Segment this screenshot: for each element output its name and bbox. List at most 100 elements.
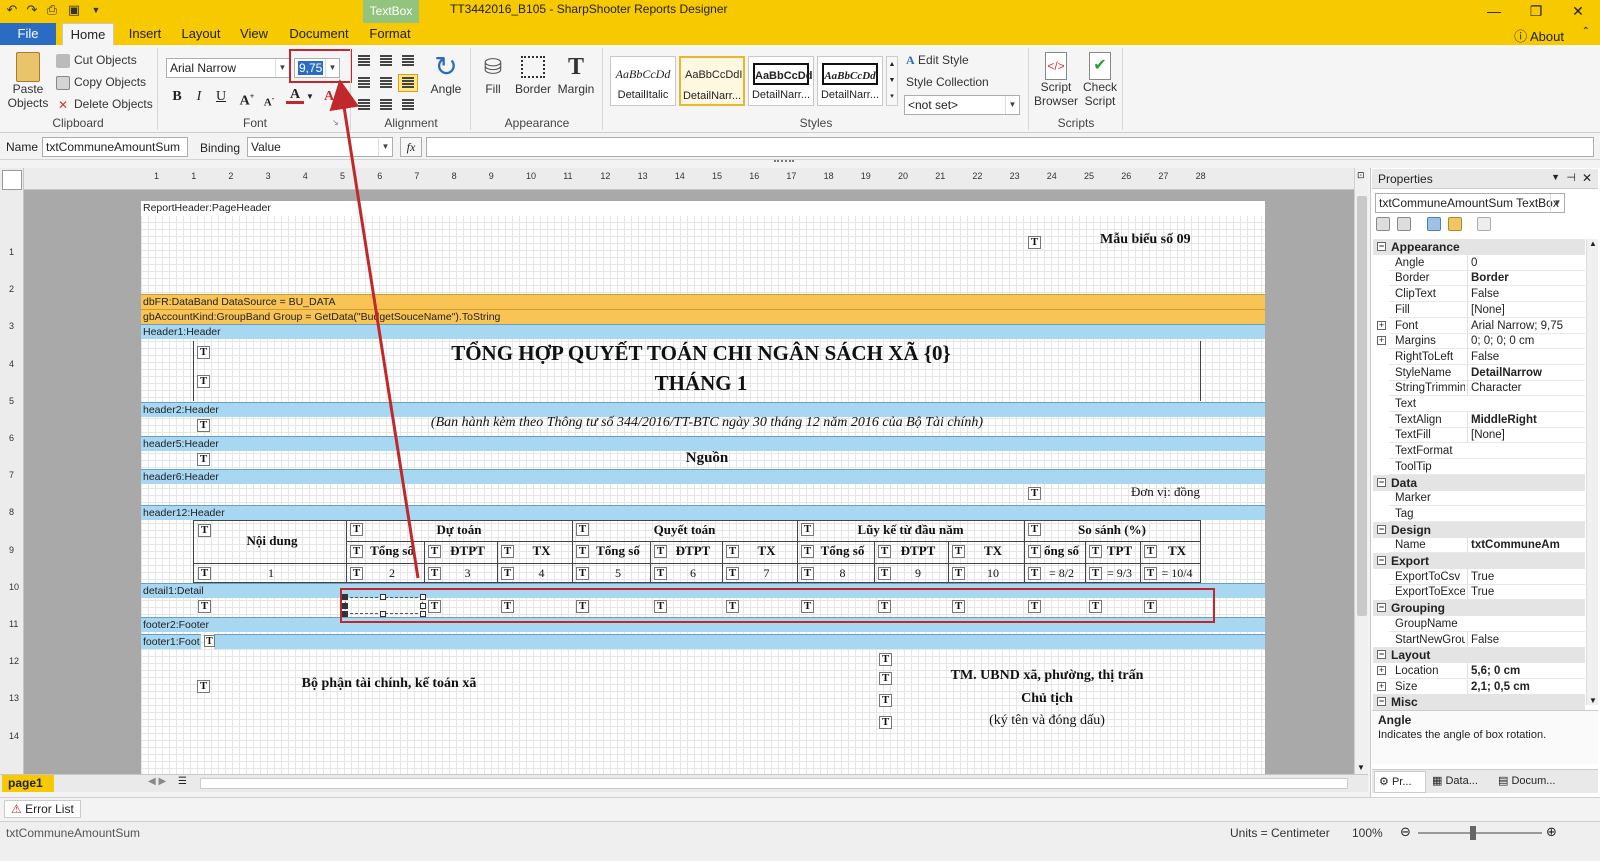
- alphabetical-icon[interactable]: [1397, 216, 1412, 231]
- property-value[interactable]: 0: [1467, 254, 1585, 271]
- collapse-icon[interactable]: −: [1377, 603, 1386, 613]
- collapse-icon[interactable]: −: [1377, 650, 1386, 660]
- pin-icon[interactable]: ⊣: [1566, 171, 1576, 184]
- band-data[interactable]: dbFR:DataBand DataSource = BU_DATA: [141, 294, 1265, 309]
- property-row[interactable]: Fill [None]: [1389, 301, 1585, 318]
- underline-button[interactable]: U: [212, 88, 230, 106]
- property-row[interactable]: ExportToCsv True: [1389, 568, 1585, 585]
- expand-icon[interactable]: +: [1377, 336, 1386, 346]
- categorized-icon[interactable]: [1376, 216, 1390, 231]
- property-row[interactable]: ClipText False: [1389, 286, 1585, 303]
- sub-header[interactable]: TX: [513, 543, 570, 559]
- sub-header[interactable]: TX: [738, 543, 795, 559]
- close-icon[interactable]: ✕: [1558, 0, 1598, 23]
- maximize-icon[interactable]: ❐: [1516, 0, 1556, 23]
- textbox-marker[interactable]: T: [198, 567, 211, 580]
- finance-dept-label[interactable]: Bộ phận tài chính, kế toán xã: [210, 676, 568, 692]
- textbox-marker[interactable]: T: [197, 419, 210, 432]
- property-row[interactable]: ToolTip: [1389, 459, 1585, 475]
- align-bottom-center-icon[interactable]: [376, 96, 396, 114]
- binding-select[interactable]: Value ▼: [247, 137, 393, 157]
- property-value[interactable]: True: [1467, 568, 1585, 585]
- angle-button[interactable]: ↻ Angle: [426, 52, 466, 97]
- property-category[interactable]: − Appearance: [1373, 239, 1585, 255]
- vertical-scrollbar[interactable]: ⊡ ▼: [1354, 168, 1368, 774]
- tab-layout[interactable]: Layout: [176, 23, 226, 45]
- style-collection-button[interactable]: Style Collection: [906, 75, 989, 89]
- splitter-grip[interactable]: [774, 160, 794, 164]
- zoom-slider-thumb[interactable]: [1470, 826, 1476, 840]
- band-footer1[interactable]: footer1:Foot: [141, 634, 201, 649]
- property-pages-icon[interactable]: [1477, 216, 1492, 231]
- minimize-icon[interactable]: —: [1474, 0, 1514, 23]
- property-grid-scrollbar[interactable]: ▲ ▼: [1586, 239, 1598, 705]
- status-units[interactable]: Units = Centimeter: [1230, 826, 1330, 840]
- textbox-marker[interactable]: T: [879, 653, 892, 666]
- property-row[interactable]: Font Arial Narrow; 9,75: [1389, 317, 1585, 334]
- property-value[interactable]: txtCommuneAm: [1467, 537, 1585, 554]
- redo-icon[interactable]: ↷: [24, 2, 40, 18]
- expand-icon[interactable]: +: [1377, 665, 1386, 675]
- zoom-out-icon[interactable]: ⊖: [1400, 824, 1411, 840]
- error-list-tab[interactable]: ⚠ Error List: [4, 800, 81, 818]
- band-header6[interactable]: header6:Header: [141, 469, 1265, 484]
- style-name-select[interactable]: <not set> ▼: [904, 95, 1020, 115]
- bold-button[interactable]: B: [168, 88, 186, 106]
- page-menu-icon[interactable]: ☰: [178, 776, 187, 787]
- textbox-marker[interactable]: T: [1028, 236, 1041, 249]
- property-row[interactable]: Margins 0; 0; 0; 0 cm: [1389, 333, 1585, 350]
- property-row[interactable]: ExportToExcel True: [1389, 584, 1585, 601]
- textbox-marker[interactable]: T: [197, 680, 210, 693]
- scroll-up-icon[interactable]: ▲: [1589, 239, 1597, 248]
- sub-header[interactable]: ổng số: [1040, 543, 1083, 559]
- column-number[interactable]: = 10/4: [1156, 566, 1198, 581]
- delete-objects-button[interactable]: ✕ Delete Objects: [56, 97, 153, 112]
- column-number[interactable]: 5: [588, 566, 648, 581]
- scroll-top-icon[interactable]: ⊡: [1357, 170, 1367, 184]
- textbox-marker[interactable]: T: [879, 672, 892, 685]
- chairman-label[interactable]: Chủ tịch: [892, 691, 1202, 707]
- textbox-marker[interactable]: T: [879, 694, 892, 707]
- name-field[interactable]: txtCommuneAmountSum: [42, 137, 188, 157]
- align-top-right-icon[interactable]: [398, 52, 418, 70]
- tab-view[interactable]: View: [234, 23, 274, 45]
- sub-header[interactable]: TX: [1156, 543, 1198, 559]
- italic-button[interactable]: I: [190, 88, 208, 106]
- property-row[interactable]: Location 5,6; 0 cm: [1389, 662, 1585, 679]
- object-selector[interactable]: txtCommuneAmountSum TextBox ▼: [1375, 193, 1565, 213]
- tab-document-outline[interactable]: ▤ Docum...: [1494, 771, 1594, 793]
- property-value[interactable]: Character: [1467, 380, 1585, 397]
- sign-label[interactable]: (ký tên và đóng dấu): [892, 713, 1202, 729]
- align-top-center-icon[interactable]: [376, 52, 396, 70]
- property-value[interactable]: False: [1467, 631, 1585, 648]
- property-value[interactable]: MiddleRight: [1467, 411, 1585, 428]
- property-value[interactable]: DetailNarrow: [1467, 364, 1585, 381]
- events-icon[interactable]: [1448, 216, 1463, 231]
- property-value[interactable]: False: [1467, 348, 1585, 365]
- report-title[interactable]: TỔNG HỢP QUYẾT TOÁN CHI NGÂN SÁCH XÃ {0}: [198, 341, 1204, 366]
- chevron-down-icon[interactable]: ▼: [306, 92, 314, 101]
- property-row[interactable]: Angle 0: [1389, 254, 1585, 271]
- property-row[interactable]: TextFill [None]: [1389, 427, 1585, 444]
- undo-icon[interactable]: ↶: [4, 2, 20, 18]
- zoom-in-icon[interactable]: ⊕: [1546, 824, 1557, 840]
- property-row[interactable]: Text: [1389, 396, 1585, 412]
- sub-header[interactable]: ĐTPT: [890, 543, 946, 559]
- save-icon[interactable]: ▣: [66, 2, 82, 18]
- collapse-icon[interactable]: −: [1377, 697, 1386, 707]
- property-row[interactable]: StringTrimming Character: [1389, 380, 1585, 397]
- band-header1[interactable]: Header1:Header: [141, 324, 1265, 339]
- tab-format[interactable]: Format: [364, 23, 416, 45]
- tab-data[interactable]: ▦ Data...: [1428, 771, 1492, 793]
- column-number[interactable]: 8: [813, 566, 872, 581]
- styles-gallery-scroll[interactable]: ▲ ▼ ▾: [886, 56, 898, 106]
- style-tile-detail-narrow-selected[interactable]: AaBbCcDdI DetailNarr...: [679, 56, 745, 106]
- collapse-icon[interactable]: −: [1377, 524, 1386, 534]
- sub-header[interactable]: TPT: [1101, 543, 1138, 559]
- report-subtitle[interactable]: (Ban hành kèm theo Thông tư số 344/2016/…: [210, 415, 1204, 431]
- property-value[interactable]: Border: [1467, 270, 1585, 287]
- about-button[interactable]: ⓘ About: [1514, 26, 1564, 45]
- band-group[interactable]: gbAccountKind:GroupBand Group = GetData(…: [141, 309, 1265, 324]
- style-tile-detail-narrow-italic-border[interactable]: AaBbCcDd DetailNarr...: [817, 56, 883, 106]
- property-row[interactable]: Name txtCommuneAm: [1389, 537, 1585, 554]
